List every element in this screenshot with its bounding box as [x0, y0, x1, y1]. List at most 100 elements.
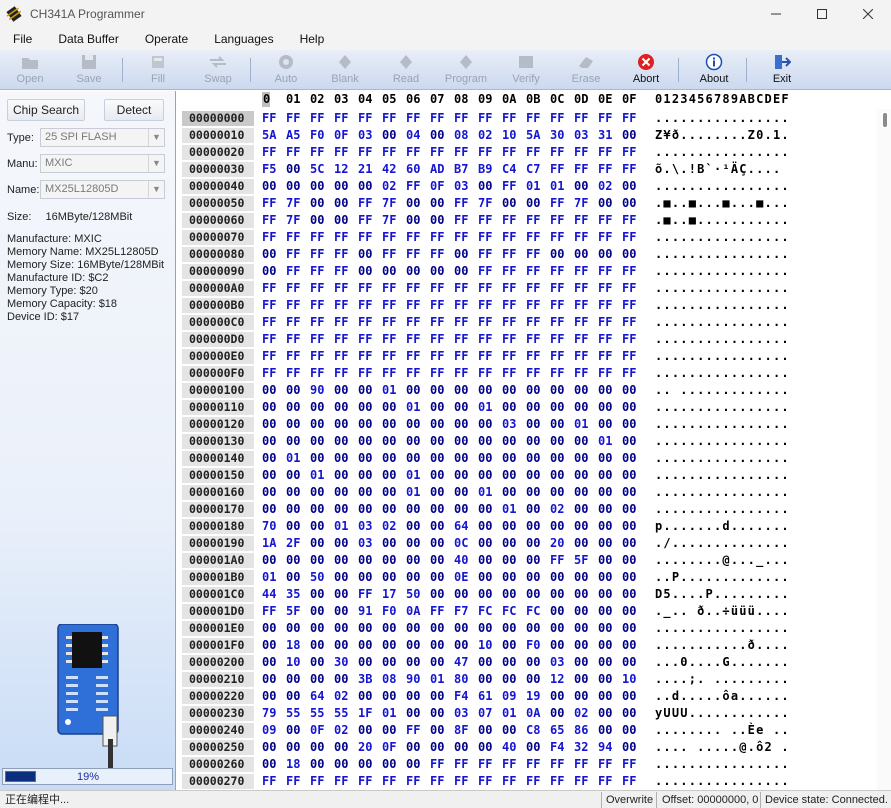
hex-byte[interactable]: FF [502, 179, 526, 194]
hex-byte[interactable]: FF [262, 349, 286, 364]
hex-byte[interactable]: FF [574, 111, 598, 126]
hex-byte[interactable]: FF [262, 604, 286, 619]
hex-byte[interactable]: 94 [598, 740, 622, 755]
hex-byte[interactable]: FF [310, 349, 334, 364]
hex-byte[interactable]: FF [478, 774, 502, 789]
hex-byte[interactable]: FF [430, 298, 454, 313]
hex-byte[interactable]: 01 [310, 468, 334, 483]
hex-byte[interactable]: 0A [406, 604, 430, 619]
hex-byte[interactable]: 00 [334, 536, 358, 551]
hex-byte[interactable]: FF [550, 281, 574, 296]
hex-byte[interactable]: 00 [478, 519, 502, 534]
hex-byte[interactable]: FF [550, 315, 574, 330]
hex-byte[interactable]: 00 [358, 502, 382, 517]
hex-byte[interactable]: FF [622, 213, 646, 228]
hex-byte[interactable]: FF [310, 145, 334, 160]
hex-ascii[interactable]: ...0....G....... [655, 655, 790, 670]
hex-byte[interactable]: FF [502, 774, 526, 789]
hex-byte[interactable]: 01 [574, 417, 598, 432]
hex-bytes[interactable]: 44 35 00 00 FF 17 50 00 00 00 00 00 00 00 00 00 [262, 587, 646, 602]
fill-button[interactable]: Fill [130, 51, 186, 89]
hex-byte[interactable]: FF [502, 213, 526, 228]
hex-byte[interactable]: 00 [622, 247, 646, 262]
hex-byte[interactable]: 00 [598, 655, 622, 670]
hex-byte[interactable]: 00 [358, 621, 382, 636]
hex-byte[interactable]: 19 [526, 689, 550, 704]
hex-byte[interactable]: FF [286, 145, 310, 160]
hex-byte[interactable]: FF [526, 264, 550, 279]
hex-byte[interactable]: 8F [454, 723, 478, 738]
hex-byte[interactable]: 00 [406, 451, 430, 466]
hex-byte[interactable]: 00 [550, 587, 574, 602]
exit-button[interactable]: Exit [754, 51, 810, 89]
hex-byte[interactable]: 00 [526, 434, 550, 449]
hex-ascii[interactable]: ................ [655, 264, 790, 279]
hex-byte[interactable]: 00 [334, 383, 358, 398]
menu-data-buffer[interactable]: Data Buffer [45, 32, 131, 46]
hex-byte[interactable]: 00 [262, 553, 286, 568]
hex-byte[interactable]: FF [478, 247, 502, 262]
hex-byte[interactable]: 00 [622, 400, 646, 415]
hex-byte[interactable]: 03 [502, 417, 526, 432]
hex-byte[interactable]: FF [262, 332, 286, 347]
hex-byte[interactable]: 00 [598, 536, 622, 551]
hex-ascii[interactable]: .... .....@.ô2 . [655, 740, 790, 755]
hex-byte[interactable]: 00 [406, 689, 430, 704]
hex-byte[interactable]: FF [382, 247, 406, 262]
hex-byte[interactable]: FF [358, 213, 382, 228]
hex-byte[interactable]: 00 [334, 434, 358, 449]
hex-byte[interactable]: FF [550, 298, 574, 313]
hex-byte[interactable]: 00 [430, 689, 454, 704]
about-button[interactable]: About [686, 51, 742, 89]
hex-byte[interactable]: 00 [262, 247, 286, 262]
hex-byte[interactable]: FF [574, 213, 598, 228]
hex-byte[interactable]: 00 [406, 655, 430, 670]
hex-byte[interactable]: 00 [454, 502, 478, 517]
hex-byte[interactable]: FF [526, 315, 550, 330]
hex-byte[interactable]: 00 [502, 383, 526, 398]
hex-byte[interactable]: FF [382, 332, 406, 347]
hex-byte[interactable]: FF [262, 145, 286, 160]
hex-byte[interactable]: 00 [622, 417, 646, 432]
hex-byte[interactable]: FF [550, 349, 574, 364]
hex-bytes[interactable]: FF 7F 00 00 FF 7F 00 00 FF 7F 00 00 FF 7F 00 00 [262, 196, 646, 211]
hex-byte[interactable]: 47 [454, 655, 478, 670]
hex-byte[interactable]: FF [382, 281, 406, 296]
hex-byte[interactable]: 10 [502, 128, 526, 143]
hex-byte[interactable]: 01 [286, 451, 310, 466]
hex-byte[interactable]: 00 [334, 196, 358, 211]
hex-byte[interactable]: 5F [286, 604, 310, 619]
hex-byte[interactable]: 04 [406, 128, 430, 143]
hex-byte[interactable]: FF [382, 230, 406, 245]
hex-byte[interactable]: FF [574, 757, 598, 772]
hex-byte[interactable]: 00 [406, 417, 430, 432]
hex-ascii[interactable]: ................ [655, 247, 790, 262]
hex-byte[interactable]: 00 [526, 655, 550, 670]
hex-byte[interactable]: 00 [382, 264, 406, 279]
hex-byte[interactable]: FF [478, 757, 502, 772]
hex-byte[interactable]: FF [406, 179, 430, 194]
hex-byte[interactable]: 00 [406, 196, 430, 211]
hex-byte[interactable]: 00 [430, 383, 454, 398]
hex-byte[interactable]: 01 [526, 179, 550, 194]
hex-byte[interactable]: 00 [382, 400, 406, 415]
hex-byte[interactable]: 00 [430, 621, 454, 636]
hex-byte[interactable]: B9 [478, 162, 502, 177]
hex-bytes[interactable]: 00 00 00 00 20 0F 00 00 00 00 40 00 F4 32 94 00 [262, 740, 646, 755]
hex-byte[interactable]: 40 [454, 553, 478, 568]
hex-byte[interactable]: 00 [574, 655, 598, 670]
hex-byte[interactable]: 00 [262, 638, 286, 653]
hex-byte[interactable]: 03 [358, 519, 382, 534]
hex-byte[interactable]: 00 [478, 672, 502, 687]
hex-byte[interactable]: 00 [358, 553, 382, 568]
hex-byte[interactable]: FF [382, 774, 406, 789]
hex-byte[interactable]: 09 [502, 689, 526, 704]
hex-byte[interactable]: FF [454, 366, 478, 381]
hex-bytes[interactable]: 00 00 00 00 00 00 01 00 00 01 00 00 00 00 00 00 [262, 485, 646, 500]
hex-byte[interactable]: FF [550, 553, 574, 568]
hex-byte[interactable]: 60 [406, 162, 430, 177]
hex-byte[interactable]: 09 [262, 723, 286, 738]
hex-bytes[interactable]: 00 00 00 00 00 00 00 00 00 00 01 00 02 00 00 00 [262, 502, 646, 517]
hex-byte[interactable]: 00 [478, 553, 502, 568]
hex-byte[interactable]: FF [358, 349, 382, 364]
